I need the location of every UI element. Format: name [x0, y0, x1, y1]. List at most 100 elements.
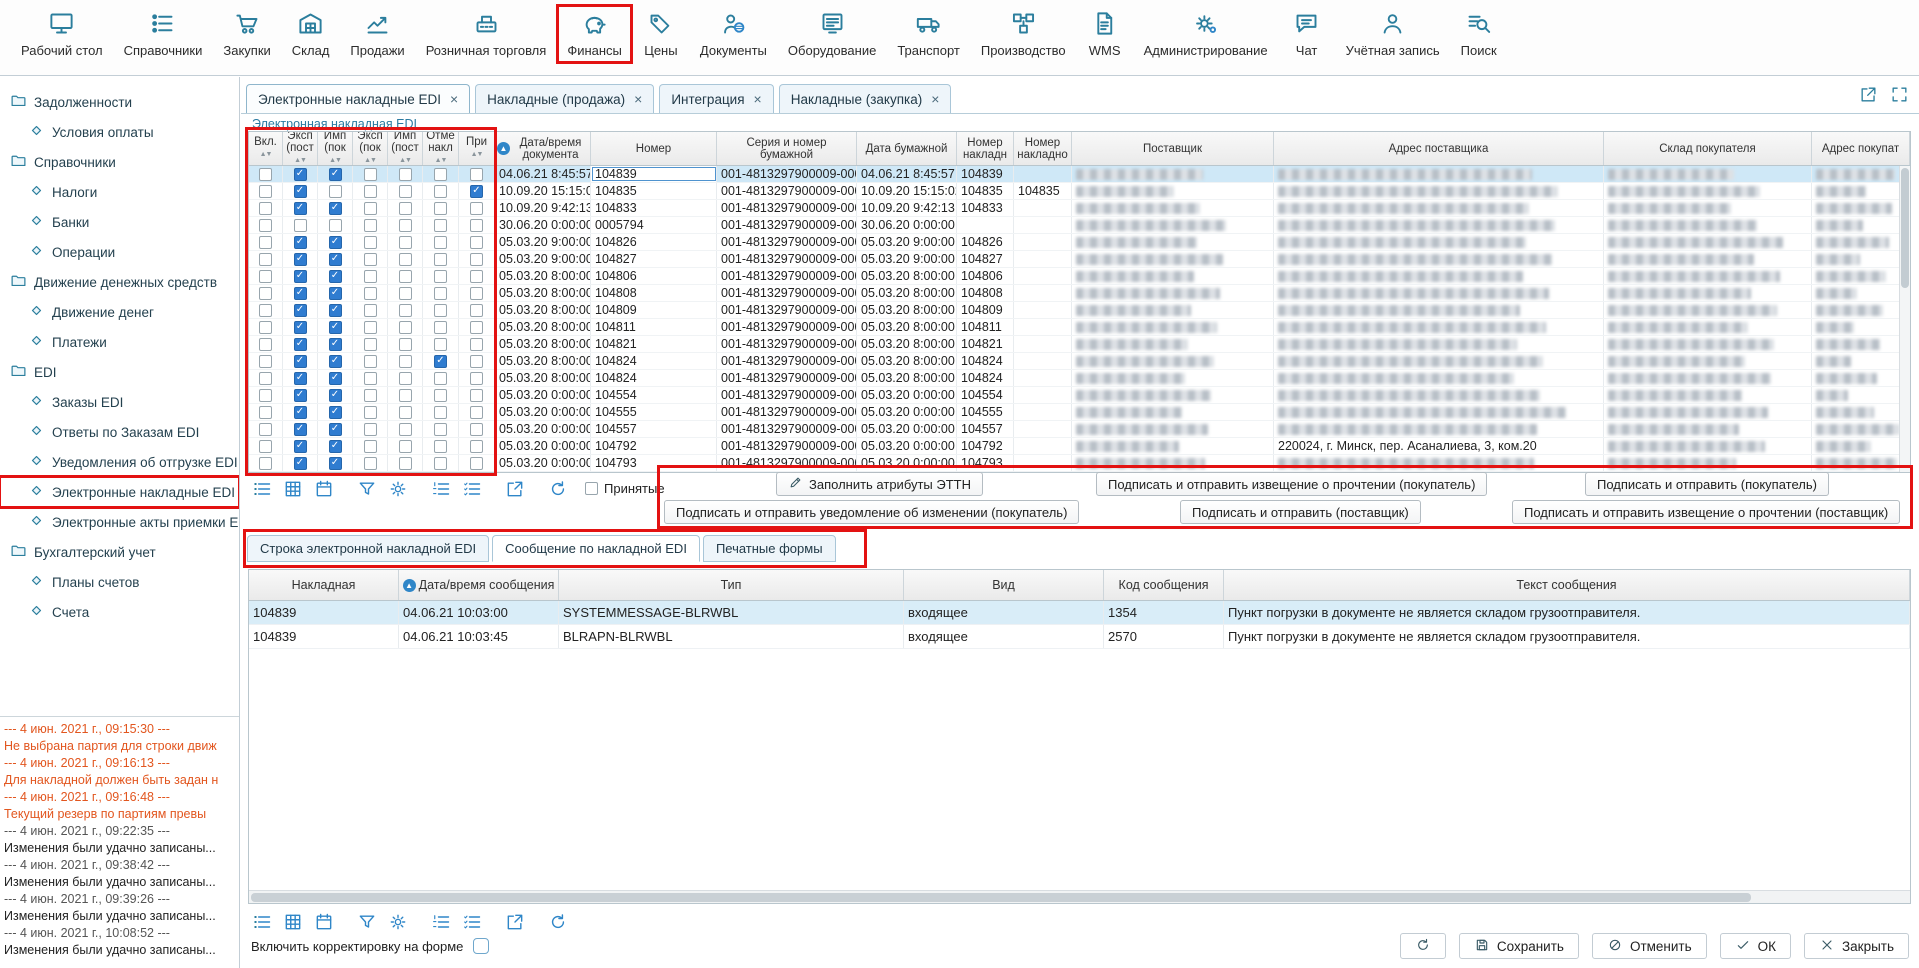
row-checkbox[interactable]	[434, 457, 447, 470]
row-checkbox[interactable]: ✓	[329, 338, 342, 351]
row-checkbox[interactable]	[434, 236, 447, 249]
row-checkbox[interactable]	[434, 287, 447, 300]
row-checkbox[interactable]	[434, 321, 447, 334]
row-checkbox[interactable]: ✓	[329, 406, 342, 419]
row-checkbox[interactable]: ✓	[329, 304, 342, 317]
close-tab-icon[interactable]: ×	[931, 91, 939, 107]
message-row[interactable]: 10483904.06.21 10:03:00SYSTEMMESSAGE-BLR…	[249, 601, 1910, 625]
toolbar-item-retail[interactable]: Розничная торговля	[417, 6, 556, 62]
row-checkbox[interactable]	[470, 287, 483, 300]
row-checkbox[interactable]: ✓	[329, 321, 342, 334]
grid-icon[interactable]	[282, 911, 304, 933]
row-checkbox[interactable]	[434, 185, 447, 198]
invoice-row[interactable]: ✓✓05.03.20 9:00:00104827001-481329790000…	[249, 251, 1910, 268]
column-header[interactable]: Тип	[559, 570, 904, 600]
action-button-1[interactable]: Подписать и отправить извещение о прочте…	[1096, 472, 1487, 496]
row-checkbox[interactable]: ✓	[470, 185, 483, 198]
invoice-row[interactable]: ✓✓05.03.20 8:00:00104809001-481329790000…	[249, 302, 1910, 319]
tab-3[interactable]: Накладные (закупка)×	[779, 84, 952, 113]
row-checkbox[interactable]	[399, 253, 412, 266]
row-checkbox[interactable]	[470, 423, 483, 436]
row-checkbox[interactable]: ✓	[294, 304, 307, 317]
row-checkbox[interactable]: ✓	[329, 236, 342, 249]
row-checkbox[interactable]	[364, 202, 377, 215]
row-checkbox[interactable]: ✓	[294, 389, 307, 402]
row-checkbox[interactable]	[399, 355, 412, 368]
invoice-row[interactable]: ✓✓✓05.03.20 8:00:00104824001-48132979000…	[249, 353, 1910, 370]
row-checkbox[interactable]	[399, 406, 412, 419]
row-checkbox[interactable]	[364, 389, 377, 402]
row-checkbox[interactable]	[294, 219, 307, 232]
accepted-checkbox[interactable]	[585, 482, 598, 495]
invoice-row[interactable]: ✓✓05.03.20 8:00:00104811001-481329790000…	[249, 319, 1910, 336]
row-checkbox[interactable]	[470, 338, 483, 351]
horizontal-scrollbar[interactable]	[249, 890, 1910, 903]
row-checkbox[interactable]: ✓	[329, 253, 342, 266]
row-checkbox[interactable]: ✓	[294, 440, 307, 453]
check-list-icon[interactable]	[461, 911, 483, 933]
row-checkbox[interactable]	[329, 219, 342, 232]
row-checkbox[interactable]	[364, 287, 377, 300]
row-checkbox[interactable]	[399, 168, 412, 181]
row-checkbox[interactable]	[434, 406, 447, 419]
row-checkbox[interactable]	[364, 270, 377, 283]
rows-icon[interactable]	[251, 911, 273, 933]
row-checkbox[interactable]: ✓	[329, 423, 342, 436]
row-checkbox[interactable]	[470, 355, 483, 368]
row-checkbox[interactable]	[364, 236, 377, 249]
row-checkbox[interactable]	[470, 321, 483, 334]
row-checkbox[interactable]	[259, 372, 272, 385]
column-header[interactable]: Адрес покупат	[1812, 132, 1910, 165]
row-checkbox[interactable]: ✓	[294, 423, 307, 436]
action-button-0[interactable]: Заполнить атрибуты ЭТТН	[776, 472, 983, 496]
row-checkbox[interactable]: ✓	[294, 202, 307, 215]
invoice-row[interactable]: 30.06.20 0:00:000005794001-4813297900009…	[249, 217, 1910, 234]
action-button-2[interactable]: Подписать и отправить (покупатель)	[1585, 472, 1829, 496]
tree-item-15[interactable]: Бухгалтерский учет	[0, 537, 239, 567]
rows-icon[interactable]	[251, 478, 273, 500]
funnel-icon[interactable]	[356, 911, 378, 933]
row-checkbox[interactable]: ✓	[294, 168, 307, 181]
tab-2[interactable]: Интеграция×	[659, 84, 773, 113]
tree-item-4[interactable]: Банки	[0, 207, 239, 237]
message-row[interactable]: 10483904.06.21 10:03:45BLRAPN-BLRWBLвход…	[249, 625, 1910, 649]
row-checkbox[interactable]	[259, 321, 272, 334]
row-checkbox[interactable]	[364, 168, 377, 181]
ok-button[interactable]: ОК	[1720, 933, 1791, 959]
row-checkbox[interactable]: ✓	[329, 202, 342, 215]
row-checkbox[interactable]	[434, 338, 447, 351]
row-checkbox[interactable]	[259, 304, 272, 317]
tree-item-12[interactable]: Уведомления об отгрузке EDI	[0, 447, 239, 477]
subtab-2[interactable]: Печатные формы	[703, 535, 836, 562]
tree-item-6[interactable]: Движение денежных средств	[0, 267, 239, 297]
row-checkbox[interactable]: ✓	[294, 355, 307, 368]
toolbar-item-wms[interactable]: WMS	[1078, 6, 1132, 62]
calendar-icon[interactable]	[313, 478, 335, 500]
numbered-list-icon[interactable]	[430, 911, 452, 933]
row-checkbox[interactable]	[364, 406, 377, 419]
toolbar-item-admin[interactable]: Администрирование	[1135, 6, 1277, 62]
row-checkbox[interactable]	[434, 168, 447, 181]
row-checkbox[interactable]	[399, 236, 412, 249]
row-checkbox[interactable]	[434, 423, 447, 436]
row-checkbox[interactable]	[399, 423, 412, 436]
toolbar-item-documents[interactable]: Документы	[691, 6, 776, 62]
column-header[interactable]: Отме накл▲▼	[423, 132, 459, 165]
scrollbar-thumb[interactable]	[251, 893, 1751, 902]
row-checkbox[interactable]	[259, 406, 272, 419]
invoice-row[interactable]: ✓✓05.03.20 8:00:00104806001-481329790000…	[249, 268, 1910, 285]
column-header[interactable]: Код сообщения	[1104, 570, 1224, 600]
row-checkbox[interactable]	[364, 185, 377, 198]
tree-item-13[interactable]: Электронные накладные EDI	[0, 477, 239, 507]
row-checkbox[interactable]	[470, 270, 483, 283]
tree-item-0[interactable]: Задолженности	[0, 87, 239, 117]
invoice-row[interactable]: ✓✓05.03.20 9:00:00104826001-481329790000…	[249, 234, 1910, 251]
row-checkbox[interactable]	[399, 304, 412, 317]
action-button-3[interactable]: Подписать и отправить уведомление об изм…	[664, 500, 1079, 524]
row-checkbox[interactable]: ✓	[294, 406, 307, 419]
row-checkbox[interactable]	[399, 372, 412, 385]
column-header[interactable]: Серия и номер бумажной	[717, 132, 857, 165]
column-header[interactable]: Номер накладно	[1014, 132, 1072, 165]
column-header[interactable]: При▲▼	[459, 132, 495, 165]
numbered-list-icon[interactable]	[430, 478, 452, 500]
